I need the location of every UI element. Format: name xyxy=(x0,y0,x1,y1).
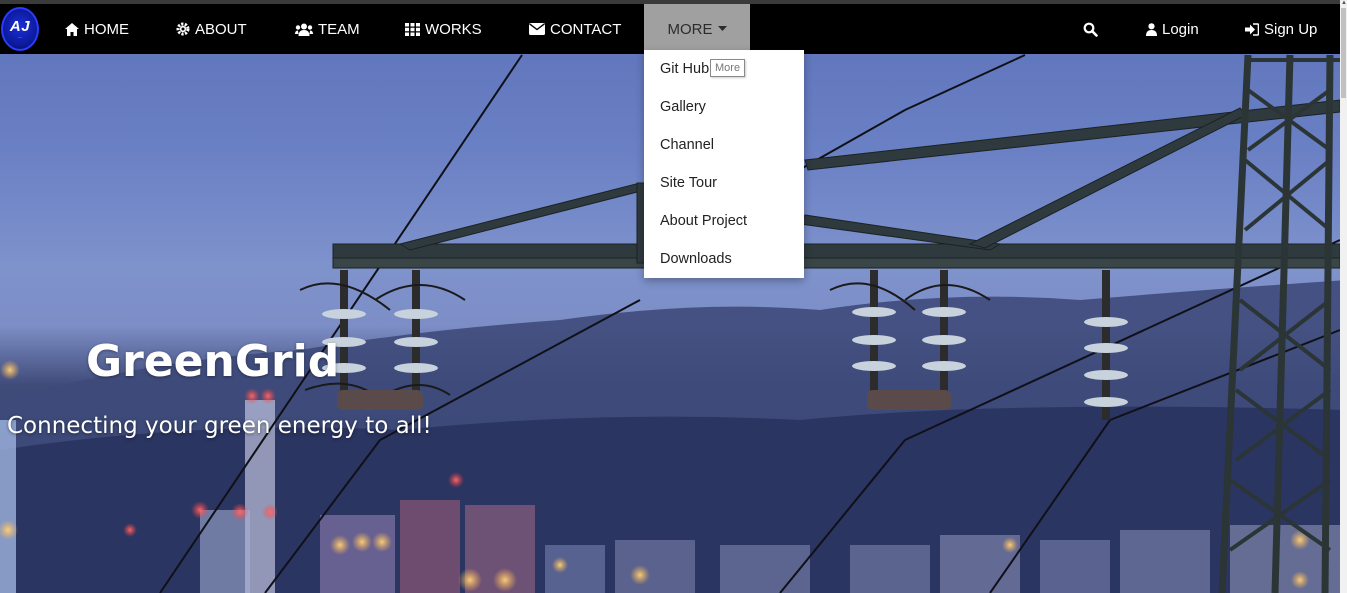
logo-text: AJ xyxy=(9,18,31,35)
envelope-icon xyxy=(529,23,545,35)
nav-contact-label: CONTACT xyxy=(550,20,622,38)
nav-about-label: ABOUT xyxy=(195,20,247,38)
search-button[interactable] xyxy=(1083,4,1098,54)
more-dropdown-menu: Git Hub Gallery Channel Site Tour About … xyxy=(644,50,804,278)
nav-more-dropdown-toggle[interactable]: MORE xyxy=(644,4,750,54)
search-icon xyxy=(1083,22,1098,37)
hero-title: GreenGrid xyxy=(86,336,340,387)
login-link[interactable]: Login xyxy=(1146,4,1199,54)
nav-more-label: MORE xyxy=(667,20,713,38)
scroll-thumb[interactable] xyxy=(1341,8,1346,98)
dropdown-item-site-tour[interactable]: Site Tour xyxy=(660,173,717,193)
navbar: AJ — HOME ABOUT TEAM WORKS CONTACT MORE … xyxy=(0,4,1340,54)
logo-badge: AJ — xyxy=(1,7,39,51)
nav-home[interactable]: HOME xyxy=(65,4,129,54)
nav-works[interactable]: WORKS xyxy=(405,4,482,54)
dropdown-item-gallery[interactable]: Gallery xyxy=(660,97,706,117)
scroll-up-arrow-icon[interactable]: ▲ xyxy=(1341,0,1347,6)
nav-team[interactable]: TEAM xyxy=(295,4,360,54)
signup-link[interactable]: Sign Up xyxy=(1245,4,1317,54)
nav-works-label: WORKS xyxy=(425,20,482,38)
nav-contact[interactable]: CONTACT xyxy=(529,4,621,54)
user-icon xyxy=(1146,22,1157,36)
page-scrollbar[interactable]: ▲ xyxy=(1340,0,1347,593)
more-tooltip: More xyxy=(710,59,746,77)
logo-subtext: — xyxy=(18,34,22,39)
home-icon xyxy=(65,22,79,36)
login-label: Login xyxy=(1162,20,1199,38)
nav-home-label: HOME xyxy=(84,20,129,38)
dropdown-item-downloads[interactable]: Downloads xyxy=(660,249,732,269)
users-icon xyxy=(295,23,313,36)
hero-tagline: Connecting your green energy to all! xyxy=(7,413,432,439)
dropdown-item-channel[interactable]: Channel xyxy=(660,135,714,155)
sign-in-icon xyxy=(1245,22,1259,36)
grid-icon xyxy=(405,22,420,36)
signup-label: Sign Up xyxy=(1264,20,1318,38)
site-logo[interactable]: AJ — xyxy=(0,5,40,53)
nav-team-label: TEAM xyxy=(318,20,360,38)
caret-down-icon xyxy=(717,26,727,32)
dropdown-item-about-project[interactable]: About Project xyxy=(660,211,747,231)
nav-about[interactable]: ABOUT xyxy=(176,4,247,54)
dropdown-item-github[interactable]: Git Hub xyxy=(660,59,709,79)
gear-icon xyxy=(176,22,190,36)
